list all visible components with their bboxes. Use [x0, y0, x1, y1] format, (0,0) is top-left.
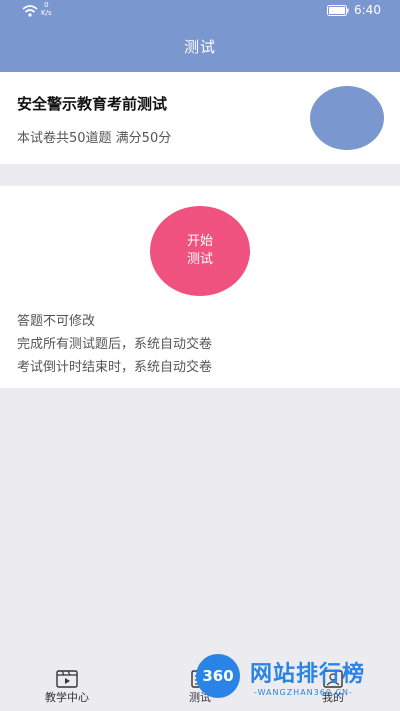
tab-label: 教学中心 — [45, 691, 89, 704]
exam-title: 安全警示教育考前测试 — [17, 95, 168, 113]
page-title: 测试 — [183, 38, 216, 56]
tab-teaching-center[interactable]: 教学中心 — [17, 666, 117, 711]
watermark-text: 网站排行榜 — [250, 662, 366, 687]
wifi-icon — [22, 5, 38, 17]
start-button-label-2: 测试 — [186, 252, 213, 267]
rule-item: 答题不可修改 — [17, 314, 96, 329]
start-card: 开始 测试 答题不可修改 完成所有测试题后，系统自动交卷 考试倒计时结束时，系统… — [0, 186, 400, 388]
watermark-url: -WANGZHAN360.CN- — [254, 688, 353, 697]
network-speed-unit: K/s — [41, 9, 52, 17]
exam-avatar — [310, 86, 384, 150]
video-icon — [56, 670, 78, 688]
network-speed: 0 K/s — [41, 1, 52, 17]
rule-item: 完成所有测试题后，系统自动交卷 — [17, 337, 213, 352]
start-button-label-1: 开始 — [186, 234, 213, 249]
start-test-button[interactable]: 开始 测试 — [150, 206, 250, 296]
battery-icon — [327, 5, 349, 16]
network-speed-value: 0 — [44, 1, 49, 9]
rule-item: 考试倒计时结束时，系统自动交卷 — [17, 360, 213, 375]
header: 0 K/s 6:40 测试 — [0, 0, 400, 72]
rules-list: 答题不可修改 完成所有测试题后，系统自动交卷 考试倒计时结束时，系统自动交卷 — [17, 310, 212, 379]
exam-info-card: 安全警示教育考前测试 本试卷共50道题 满分50分 — [0, 72, 400, 164]
watermark: 360 网站排行榜 -WANGZHAN360.CN- — [192, 652, 400, 710]
watermark-logo: 360 — [196, 654, 240, 698]
exam-summary: 本试卷共50道题 满分50分 — [17, 131, 172, 146]
clock: 6:40 — [354, 3, 381, 17]
status-bar: 0 K/s 6:40 — [0, 0, 400, 22]
